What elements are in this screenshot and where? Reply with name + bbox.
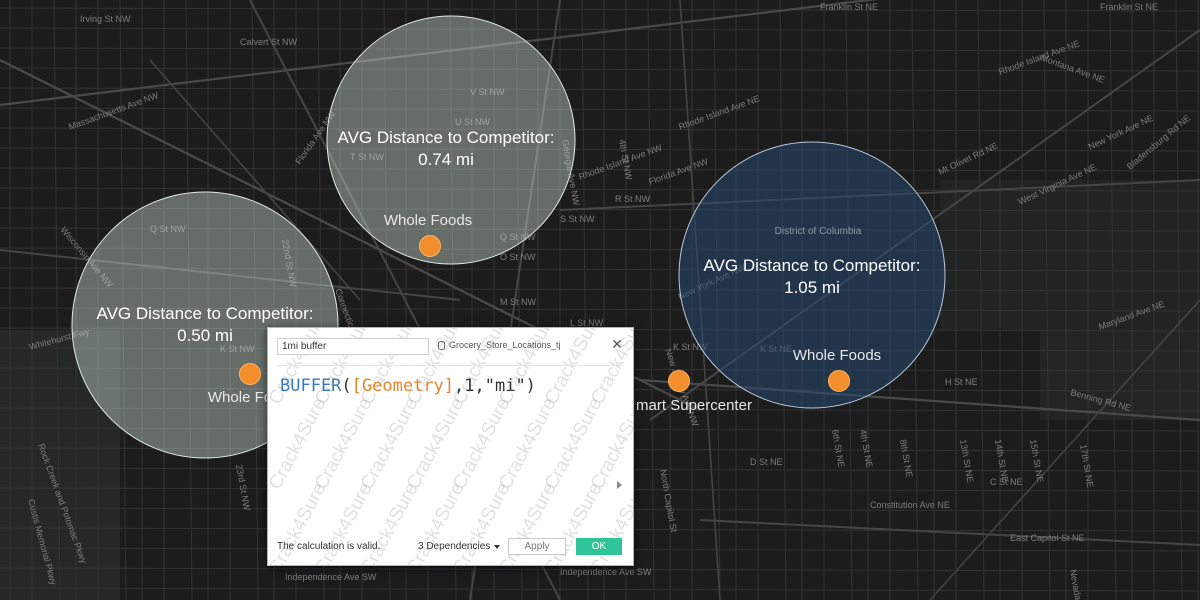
chevron-down-icon xyxy=(494,544,501,549)
avg-distance-value: 0.74 mi xyxy=(418,150,474,169)
street-label: Nevada St NE xyxy=(1068,569,1088,600)
calculation-name-field[interactable]: 1mi buffer xyxy=(277,338,429,355)
road-segment xyxy=(0,27,1200,32)
formula-function: BUFFER xyxy=(280,376,342,396)
street-label: Franklin St NE xyxy=(1100,2,1158,12)
street-label: Independence Ave SW xyxy=(560,567,652,577)
avg-distance-title: AVG Distance to Competitor: xyxy=(96,304,314,323)
store-marker-walmart[interactable] xyxy=(668,370,690,392)
road-segment xyxy=(0,127,1200,132)
close-icon[interactable]: ✕ xyxy=(610,337,624,351)
street-label: 4th St NE xyxy=(858,429,875,469)
store-label-whole-foods-east: Whole Foods xyxy=(792,347,882,364)
street-label: Irving St NW xyxy=(80,14,131,24)
street-label: 6th St NE xyxy=(830,429,847,469)
validation-status: The calculation is valid. xyxy=(277,541,381,552)
dependencies-label: 3 Dependencies xyxy=(418,541,491,552)
database-icon xyxy=(438,340,445,350)
avg-distance-title: AVG Distance to Competitor: xyxy=(703,256,921,275)
street-label: Independence Ave SW xyxy=(285,572,377,582)
formula-args: ,1,"mi") xyxy=(454,376,536,396)
avg-distance-label-east: AVG Distance to Competitor: 1.05 mi xyxy=(704,255,921,299)
road-segment xyxy=(0,587,1200,592)
formula-editor[interactable]: BUFFER([Geometry],1,"mi") xyxy=(277,365,623,529)
data-source-indicator: Grocery_Store_Locations_tj xyxy=(438,340,561,350)
map-view[interactable]: Calvert St NW Franklin St NE Franklin St N… xyxy=(0,0,1200,600)
street-label: New York Ave NE xyxy=(1087,113,1155,152)
street-label: Mt Olivet Rd NE xyxy=(937,140,1000,176)
street-label: Calvert St NW xyxy=(240,37,298,47)
street-label: H St NE xyxy=(945,377,978,387)
street-label: Rhode Island Ave NE xyxy=(677,93,761,132)
road-segment xyxy=(0,87,1200,92)
ok-button[interactable]: OK xyxy=(576,538,622,555)
avg-distance-value: 1.05 mi xyxy=(784,278,840,297)
street-label: R St NW xyxy=(615,194,651,204)
store-label-walmart: mart Supercenter xyxy=(636,397,752,414)
store-marker-whole-foods-north[interactable] xyxy=(419,235,441,257)
formula-text[interactable]: BUFFER([Geometry],1,"mi") xyxy=(280,376,536,396)
formula-field: [Geometry] xyxy=(351,376,455,396)
avg-distance-title: AVG Distance to Competitor: xyxy=(337,128,555,147)
district-label: District of Columbia xyxy=(775,226,862,237)
street-label: O St NW xyxy=(500,252,536,262)
street-label: Montana Ave NE xyxy=(1039,52,1106,84)
street-label: Constitution Ave NE xyxy=(870,500,950,510)
street-label: S St NW xyxy=(560,214,595,224)
data-source-name: Grocery_Store_Locations_tj xyxy=(449,340,561,350)
calculation-dialog[interactable]: Crack4Sure Crack4Sure Crack4Sure Crack4Sure… xyxy=(267,327,634,566)
store-marker-whole-foods-west[interactable] xyxy=(239,363,261,385)
store-label-whole-foods-north: Whole Foods xyxy=(383,212,473,229)
avg-distance-label-north: AVG Distance to Competitor: 0.74 mi xyxy=(338,127,555,171)
street-label: M St NW xyxy=(500,297,537,307)
store-marker-whole-foods-east[interactable] xyxy=(828,370,850,392)
street-label: D St NE xyxy=(750,457,783,467)
road-segment xyxy=(699,519,1200,546)
street-label: 13th St NE xyxy=(958,439,975,484)
street-label: Franklin St NE xyxy=(820,2,878,12)
store-label-whole-foods-west: Whole Fo xyxy=(207,389,273,406)
street-label: East Capitol St NE xyxy=(1010,533,1085,543)
street-label: 23rd St NW xyxy=(234,464,252,512)
expand-arrow-icon[interactable] xyxy=(617,481,622,489)
road-segment xyxy=(0,7,1200,12)
street-label: 15th St NE xyxy=(1028,439,1045,484)
street-label: North Capitol St xyxy=(658,469,679,534)
apply-button[interactable]: Apply xyxy=(508,538,566,555)
formula-open-paren: ( xyxy=(341,376,352,396)
dependencies-dropdown[interactable]: 3 Dependencies xyxy=(418,541,501,552)
street-label: Florida Ave NW xyxy=(647,156,709,187)
road-segment xyxy=(0,107,1200,112)
road-segment xyxy=(0,47,1200,52)
street-label: 8th St NE xyxy=(898,439,915,479)
